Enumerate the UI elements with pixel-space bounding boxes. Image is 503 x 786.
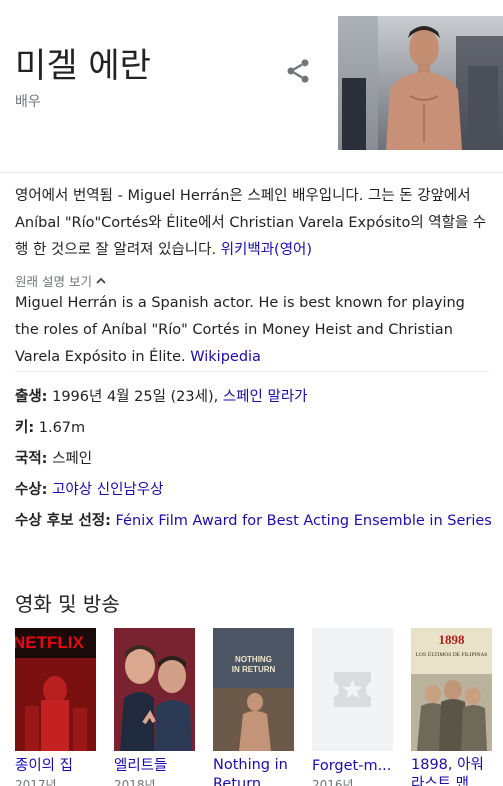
translated-source-link[interactable]: 위키백과(영어) bbox=[221, 242, 312, 258]
media-card[interactable]: 1898 LOS ÚLTIMOS DE FILIPINAS 1898, 아워 라… bbox=[411, 628, 492, 786]
media-poster: NETFLIX bbox=[15, 628, 96, 751]
description-divider bbox=[15, 371, 489, 372]
fact-height-value: 1.67m bbox=[38, 420, 86, 436]
fact-awards: 수상: 고야상 신인남우상 bbox=[15, 478, 493, 502]
show-original-toggle[interactable]: 원래 설명 보기 bbox=[15, 271, 107, 290]
fact-awards-link[interactable]: 고야상 신인남우상 bbox=[52, 482, 163, 498]
fact-nationality: 국적: 스페인 bbox=[15, 447, 493, 471]
entity-subtitle: 배우 bbox=[15, 94, 41, 110]
media-poster bbox=[114, 628, 195, 751]
fact-born: 출생: 1996년 4월 25일 (23세), 스페인 말라가 bbox=[15, 385, 493, 409]
media-title: 엘리트들 bbox=[114, 758, 168, 774]
media-title: Forget-m... bbox=[312, 758, 392, 774]
fact-nominations-label: 수상 후보 선정: bbox=[15, 513, 111, 529]
media-title: 1898, 아워 라스트 맨 bbox=[411, 757, 484, 786]
fact-nationality-label: 국적: bbox=[15, 451, 48, 467]
media-year: 2016년 bbox=[312, 778, 354, 786]
fact-awards-label: 수상: bbox=[15, 482, 48, 498]
knowledge-panel-header: 미겔 에란 배우 bbox=[0, 0, 503, 172]
media-card[interactable]: NOTHING IN RETURN Nothing in Return bbox=[213, 628, 294, 786]
original-description: Miguel Herrán is a Spanish actor. He is … bbox=[15, 290, 493, 371]
poster-title-line-2: IN RETURN bbox=[232, 665, 276, 674]
header-divider bbox=[0, 172, 503, 173]
fact-born-place-link[interactable]: 스페인 말라가 bbox=[223, 389, 308, 405]
wikipedia-link[interactable]: Wikipedia bbox=[190, 349, 261, 365]
poster-title-line-1: NOTHING bbox=[235, 655, 272, 664]
media-poster bbox=[312, 628, 393, 751]
media-section-title: 영화 및 방송 bbox=[15, 592, 120, 616]
poster-year-text: 1898 bbox=[439, 632, 466, 647]
fact-height: 키: 1.67m bbox=[15, 416, 493, 440]
media-poster: NOTHING IN RETURN bbox=[213, 628, 294, 751]
movie-ticket-icon bbox=[334, 672, 371, 707]
media-card[interactable]: 엘리트들 2018년 bbox=[114, 628, 195, 786]
media-title: 종이의 집 bbox=[15, 758, 73, 774]
media-card[interactable]: NETFLIX 종이의 집 2017년 bbox=[15, 628, 96, 786]
media-title: Nothing in Return bbox=[213, 757, 288, 786]
show-original-label: 원래 설명 보기 bbox=[15, 274, 92, 289]
translated-description: 영어에서 번역됨 - Miguel Herrán은 스페인 배우입니다. 그는 … bbox=[15, 183, 493, 264]
media-card[interactable]: Forget-m... 2016년 bbox=[312, 628, 393, 786]
fact-born-value: 1996년 4월 25일 (23세), bbox=[52, 389, 219, 405]
media-year: 2018년 bbox=[114, 778, 156, 786]
fact-born-label: 출생: bbox=[15, 389, 48, 405]
fact-nominations: 수상 후보 선정: Fénix Film Award for Best Acti… bbox=[15, 509, 493, 533]
entity-title: 미겔 에란 bbox=[15, 46, 151, 86]
fact-nationality-value: 스페인 bbox=[52, 451, 93, 467]
share-icon[interactable] bbox=[284, 57, 312, 85]
fact-nominations-link[interactable]: Fénix Film Award for Best Acting Ensembl… bbox=[116, 513, 492, 529]
facts-list: 출생: 1996년 4월 25일 (23세), 스페인 말라가 키: 1.67m… bbox=[15, 385, 493, 540]
entity-photo[interactable] bbox=[338, 16, 503, 150]
fact-height-label: 키: bbox=[15, 420, 35, 436]
poster-subtitle-text: LOS ÚLTIMOS DE FILIPINAS bbox=[416, 650, 488, 658]
poster-netflix-logo: NETFLIX bbox=[15, 633, 84, 652]
media-poster: 1898 LOS ÚLTIMOS DE FILIPINAS bbox=[411, 628, 492, 751]
chevron-up-icon bbox=[96, 277, 106, 284]
media-year: 2017년 bbox=[15, 778, 57, 786]
media-carousel: NETFLIX 종이의 집 2017년 엘리트들 2018년 NOTHING I… bbox=[15, 628, 503, 786]
